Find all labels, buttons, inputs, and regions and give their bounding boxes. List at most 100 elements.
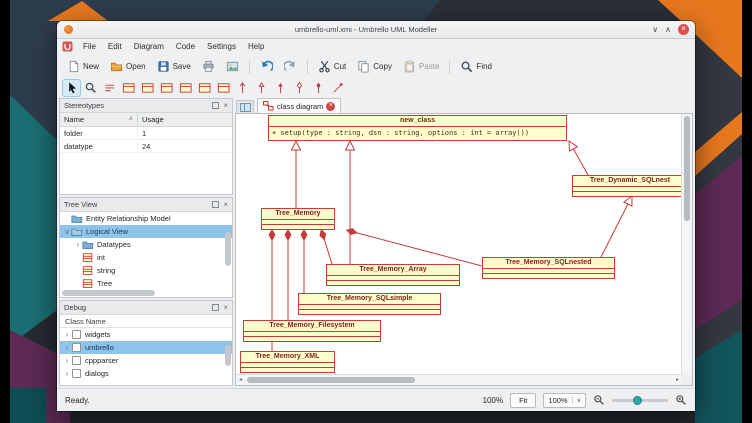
zoom-out-icon[interactable] xyxy=(593,394,605,406)
enum-tool[interactable] xyxy=(177,80,194,96)
uml-class-new_class[interactable]: new_class+ setup(type : string, dsn : st… xyxy=(268,115,567,141)
datatype-tool[interactable] xyxy=(158,80,175,96)
tree-item-int[interactable]: int xyxy=(60,251,232,264)
menu-diagram[interactable]: Diagram xyxy=(128,40,170,53)
tree-item-tree[interactable]: Tree xyxy=(60,277,232,290)
zoom-slider[interactable] xyxy=(612,399,668,402)
zoom-slider-thumb[interactable] xyxy=(633,396,642,405)
export-image-button[interactable] xyxy=(222,58,243,75)
scroll-left-icon[interactable]: ◂ xyxy=(236,376,245,384)
cut-label: Cut xyxy=(334,62,346,71)
magnifier-tool[interactable] xyxy=(82,80,99,96)
close-panel-icon[interactable]: × xyxy=(223,102,228,110)
horizontal-scrollbar-thumb[interactable] xyxy=(247,377,415,383)
tab-close-icon[interactable]: × xyxy=(326,102,335,111)
select-tool[interactable] xyxy=(63,80,80,96)
minimize-button[interactable]: ∨ xyxy=(652,23,658,36)
paste-button[interactable]: Paste xyxy=(399,58,443,75)
menu-file[interactable]: File xyxy=(77,40,102,53)
class-name-column-header[interactable]: Class Name xyxy=(60,315,232,328)
anchor-tool[interactable] xyxy=(329,80,346,96)
float-panel-icon[interactable] xyxy=(212,304,219,311)
note-tool[interactable] xyxy=(101,80,118,96)
checkbox[interactable] xyxy=(72,369,81,378)
uml-class-Tree_Memory_XML[interactable]: Tree_Memory_XML xyxy=(240,351,335,373)
stereotype-row[interactable]: folder1 xyxy=(60,127,232,140)
undo-button[interactable] xyxy=(256,58,277,75)
debug-item-umbrello[interactable]: ›umbrello xyxy=(60,341,232,354)
tree-vertical-scrollbar[interactable] xyxy=(225,213,231,288)
uml-class-Tree_Memory_SQLsimple[interactable]: Tree_Memory_SQLsimple xyxy=(298,293,441,315)
float-panel-icon[interactable] xyxy=(212,201,219,208)
zoom-combo-value: 100% xyxy=(548,396,567,405)
print-button[interactable] xyxy=(198,58,219,75)
canvas-horizontal-scrollbar[interactable]: ◂ ▸ xyxy=(236,374,682,385)
zoom-combo[interactable]: 100% ∨ xyxy=(543,393,586,408)
cut-button[interactable]: Cut xyxy=(314,58,350,75)
aggregation-tool[interactable] xyxy=(291,80,308,96)
chevron-right-icon[interactable]: › xyxy=(63,369,71,378)
fit-button[interactable]: Fit xyxy=(510,393,536,408)
titlebar[interactable]: umbrello-uml.xmi - Umbrello UML Modeller… xyxy=(57,21,695,39)
tab-class-diagram[interactable]: class diagram × xyxy=(257,98,341,113)
zoom-in-icon[interactable] xyxy=(675,394,687,406)
menu-help[interactable]: Help xyxy=(242,40,270,53)
debug-item-dialogs[interactable]: ›dialogs xyxy=(60,367,232,380)
menu-settings[interactable]: Settings xyxy=(201,40,242,53)
diagram-overview-button[interactable] xyxy=(236,100,254,113)
uml-class-Tree_Memory_Array[interactable]: Tree_Memory_Array xyxy=(326,264,460,286)
column-header-name[interactable]: Name ∧ xyxy=(60,113,138,126)
debug-item-widgets[interactable]: ›widgets xyxy=(60,328,232,341)
vertical-scrollbar-thumb[interactable] xyxy=(684,116,690,221)
checkbox[interactable] xyxy=(72,356,81,365)
checkbox[interactable] xyxy=(72,343,81,352)
menu-edit[interactable]: Edit xyxy=(102,40,128,53)
uml-class-Tree_Memory[interactable]: Tree_Memory xyxy=(261,208,335,230)
float-panel-icon[interactable] xyxy=(212,102,219,109)
save-button[interactable]: Save xyxy=(153,58,195,75)
debug-vertical-scrollbar[interactable] xyxy=(225,329,231,382)
tree-item-datatypes[interactable]: ›Datatypes xyxy=(60,238,232,251)
composition-tool[interactable] xyxy=(310,80,327,96)
tree-item-string[interactable]: string xyxy=(60,264,232,277)
chevron-right-icon[interactable]: › xyxy=(63,330,71,339)
window-title: umbrello-uml.xmi - Umbrello UML Modeller xyxy=(97,25,635,34)
component-tool[interactable] xyxy=(215,80,232,96)
close-panel-icon[interactable]: × xyxy=(223,304,228,312)
chevron-down-icon[interactable]: ∨ xyxy=(63,227,71,236)
uml-class-Tree_Memory_Filesystem[interactable]: Tree_Memory_Filesystem xyxy=(243,320,381,342)
debug-item-cppparser[interactable]: ›cppparser xyxy=(60,354,232,367)
tree-horizontal-scrollbar[interactable] xyxy=(62,290,222,296)
copy-button[interactable]: Copy xyxy=(353,58,396,75)
tree-item-entity-relationship-model[interactable]: Entity Relationship Model xyxy=(60,212,232,225)
open-button[interactable]: Open xyxy=(106,58,150,75)
dependency-tool[interactable] xyxy=(253,80,270,96)
column-header-usage[interactable]: Usage xyxy=(138,113,232,126)
copy-label: Copy xyxy=(373,62,392,71)
redo-button[interactable] xyxy=(280,58,301,75)
maximize-button[interactable]: ∧ xyxy=(665,23,671,36)
diagram-canvas[interactable]: new_class+ setup(type : string, dsn : st… xyxy=(235,113,693,386)
chevron-right-icon[interactable]: › xyxy=(74,240,82,249)
stereotype-row[interactable]: datatype24 xyxy=(60,140,232,153)
checkbox[interactable] xyxy=(72,330,81,339)
class-tool[interactable] xyxy=(120,80,137,96)
canvas-vertical-scrollbar[interactable] xyxy=(681,114,692,375)
scroll-right-icon[interactable]: ▸ xyxy=(673,376,682,384)
menu-code[interactable]: Code xyxy=(170,40,201,53)
new-button[interactable]: New xyxy=(63,58,103,75)
find-button[interactable]: Find xyxy=(456,58,496,75)
close-button[interactable]: × xyxy=(678,24,689,35)
association-tool[interactable] xyxy=(234,80,251,96)
sort-ascending-icon: ∧ xyxy=(129,115,133,124)
package-tool[interactable] xyxy=(196,80,213,96)
uml-class-Tree_Memory_SQLnested[interactable]: Tree_Memory_SQLnested xyxy=(482,257,615,279)
uml-operations-compartment xyxy=(327,280,459,285)
chevron-right-icon[interactable]: › xyxy=(63,343,71,352)
uml-class-Tree_Dynamic_SQLnest[interactable]: Tree_Dynamic_SQLnest xyxy=(572,175,682,197)
chevron-right-icon[interactable]: › xyxy=(63,356,71,365)
generalization-tool[interactable] xyxy=(272,80,289,96)
interface-tool[interactable] xyxy=(139,80,156,96)
close-panel-icon[interactable]: × xyxy=(223,201,228,209)
tree-item-logical-view[interactable]: ∨Logical View xyxy=(60,225,232,238)
